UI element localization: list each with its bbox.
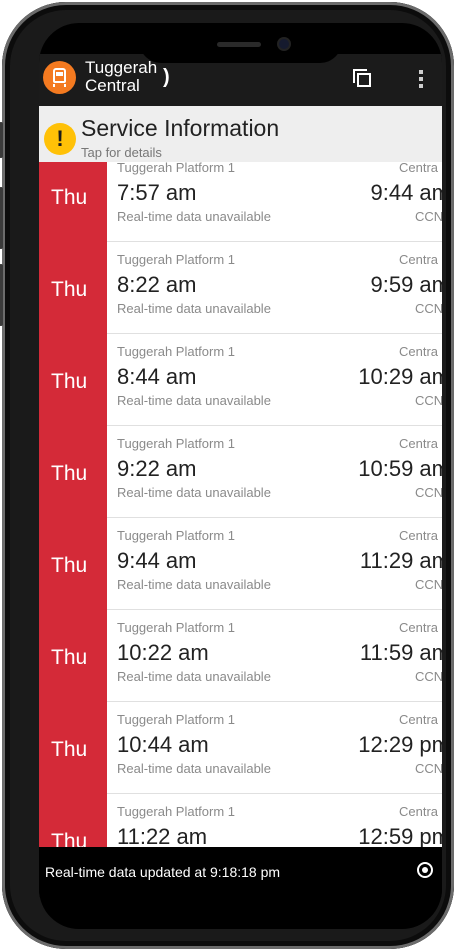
arrival-time: 12:29 pm xyxy=(358,732,442,757)
realtime-status: Real-time data unavailable xyxy=(117,393,271,408)
day-label: Thu xyxy=(51,738,88,761)
destination-label: Centra xyxy=(399,804,439,819)
train-logo-icon[interactable] xyxy=(43,61,76,94)
side-button-mute xyxy=(0,122,3,158)
locate-icon[interactable] xyxy=(417,862,433,878)
warning-icon: ! xyxy=(44,123,76,155)
platform-label: Tuggerah Platform 1 xyxy=(117,712,236,727)
departure-time: 8:22 am xyxy=(117,272,197,297)
destination-label: Centra xyxy=(399,252,439,267)
notch xyxy=(139,23,342,63)
speaker-grille xyxy=(217,42,261,47)
realtime-status: Real-time data unavailable xyxy=(117,209,271,224)
arrival-time: 11:29 am xyxy=(359,548,442,573)
day-label: Thu xyxy=(51,646,88,669)
line-code: CCN xyxy=(415,393,442,408)
platform-label: Tuggerah Platform 1 xyxy=(117,804,236,819)
station-title[interactable]: Tuggerah Central xyxy=(85,59,175,95)
arrival-time: 9:59 am xyxy=(370,272,443,297)
day-band: Thu xyxy=(39,162,107,242)
front-camera xyxy=(279,39,289,49)
line-code: CCN xyxy=(415,485,442,500)
line-code: CCN xyxy=(415,577,442,592)
realtime-status: Real-time data unavailable xyxy=(117,485,271,500)
day-label: Thu xyxy=(51,278,88,301)
banner-subtitle: Tap for details xyxy=(81,145,162,160)
realtime-status: Real-time data unavailable xyxy=(117,761,271,776)
departures-list[interactable]: Thu Tuggerah Platform 1 Centra 7:57 am 9:44 … xyxy=(39,162,442,847)
day-label: Thu xyxy=(51,186,88,209)
departure-row[interactable]: Thu Tuggerah Platform 1 Centra 7:57 am 9:44 … xyxy=(39,162,442,242)
departure-time: 9:44 am xyxy=(117,548,197,573)
line-code: CCN xyxy=(415,301,442,316)
line-code: CCN xyxy=(415,669,442,684)
moon-icon[interactable]: ) xyxy=(163,66,170,89)
arrival-time: 12:59 pm xyxy=(358,824,442,847)
departure-time: 7:57 am xyxy=(117,180,197,205)
realtime-status: Real-time data unavailable xyxy=(117,301,271,316)
screen: Tuggerah Central ) ! Service Information… xyxy=(39,23,442,929)
departure-row[interactable]: Thu Tuggerah Platform 1 Centra 9:22 am 10:59… xyxy=(39,426,442,518)
side-button-volume-down xyxy=(0,264,3,326)
arrival-time: 10:59 am xyxy=(358,456,442,481)
line-code: CCN xyxy=(415,209,442,224)
platform-label: Tuggerah Platform 1 xyxy=(117,436,236,451)
status-bar: Real-time data updated at 9:18:18 pm xyxy=(39,847,442,897)
destination-label: Centra xyxy=(399,620,439,635)
day-band: Thu xyxy=(39,518,107,610)
departure-time: 8:44 am xyxy=(117,364,197,389)
platform-label: Tuggerah Platform 1 xyxy=(117,620,236,635)
service-info-banner[interactable]: ! Service Information Tap for details xyxy=(39,106,442,162)
day-label: Thu xyxy=(51,370,88,393)
platform-label: Tuggerah Platform 1 xyxy=(117,162,236,175)
departure-row[interactable]: Thu Tuggerah Platform 1 Centra 10:22 am 11:5… xyxy=(39,610,442,702)
day-band: Thu xyxy=(39,610,107,702)
departure-row[interactable]: Thu Tuggerah Platform 1 Centra 11:22 am 12:5… xyxy=(39,794,442,847)
day-label: Thu xyxy=(51,830,88,847)
realtime-status: Real-time data unavailable xyxy=(117,669,271,684)
platform-label: Tuggerah Platform 1 xyxy=(117,344,236,359)
day-label: Thu xyxy=(51,554,88,577)
phone-frame: Tuggerah Central ) ! Service Information… xyxy=(0,2,454,949)
destination-label: Centra xyxy=(399,162,439,175)
side-button-volume-up xyxy=(0,187,3,249)
departure-row[interactable]: Thu Tuggerah Platform 1 Centra 8:44 am 10:29… xyxy=(39,334,442,426)
platform-label: Tuggerah Platform 1 xyxy=(117,528,236,543)
day-band: Thu xyxy=(39,794,107,847)
destination-label: Centra xyxy=(399,344,439,359)
destination-label: Centra xyxy=(399,528,439,543)
departure-time: 9:22 am xyxy=(117,456,197,481)
status-text: Real-time data updated at 9:18:18 pm xyxy=(45,864,281,880)
banner-title: Service Information xyxy=(81,115,280,141)
departure-time: 11:22 am xyxy=(117,824,208,847)
copy-icon[interactable] xyxy=(351,67,373,89)
day-label: Thu xyxy=(51,462,88,485)
arrival-time: 11:59 am xyxy=(359,640,442,665)
day-band: Thu xyxy=(39,334,107,426)
departure-row[interactable]: Thu Tuggerah Platform 1 Centra 8:22 am 9:59 … xyxy=(39,242,442,334)
line-code: CCN xyxy=(415,761,442,776)
day-band: Thu xyxy=(39,242,107,334)
departure-time: 10:22 am xyxy=(117,640,209,665)
departure-time: 10:44 am xyxy=(117,732,209,757)
destination-label: Centra xyxy=(399,712,439,727)
arrival-time: 10:29 am xyxy=(358,364,442,389)
day-band: Thu xyxy=(39,702,107,794)
platform-label: Tuggerah Platform 1 xyxy=(117,252,236,267)
day-band: Thu xyxy=(39,426,107,518)
departure-row[interactable]: Thu Tuggerah Platform 1 Centra 9:44 am 11:29… xyxy=(39,518,442,610)
departure-row[interactable]: Thu Tuggerah Platform 1 Centra 10:44 am 12:2… xyxy=(39,702,442,794)
arrival-time: 9:44 am xyxy=(370,180,443,205)
destination-label: Centra xyxy=(399,436,439,451)
realtime-status: Real-time data unavailable xyxy=(117,577,271,592)
more-options-icon[interactable] xyxy=(419,70,425,92)
